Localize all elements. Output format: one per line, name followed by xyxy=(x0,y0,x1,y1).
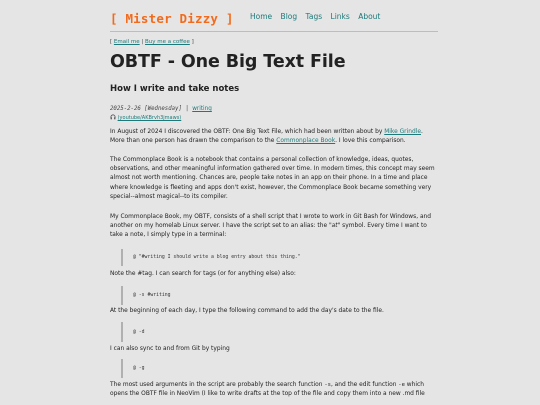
code-block-date: @ -d xyxy=(121,322,450,342)
post-meta: 2025-2-26 [Wednesday] | writing xyxy=(110,106,212,112)
search-flag: -s xyxy=(324,382,331,388)
nav-blog[interactable]: Blog xyxy=(281,12,298,21)
nav-tags[interactable]: Tags xyxy=(306,12,323,21)
audio-line: (youtube/AKBrvh3jmaws) xyxy=(110,114,181,121)
post-date: 2025-2-26 [Wednesday] xyxy=(110,106,182,112)
site-header: [ Mister Dizzy ] Home Blog Tags Links Ab… xyxy=(110,11,438,31)
meta-separator: | xyxy=(185,106,189,112)
edit-flag: -e xyxy=(398,382,405,388)
main-nav: Home Blog Tags Links About xyxy=(250,12,386,21)
code-block-git: @ -g xyxy=(121,359,450,378)
paragraph-date: At the beginning of each day, I type the… xyxy=(110,308,384,314)
nav-links[interactable]: Links xyxy=(331,12,350,21)
paragraph-obtf: My Commonplace Book, my OBTF, consists o… xyxy=(110,214,432,239)
nav-home[interactable]: Home xyxy=(250,12,272,21)
header-divider xyxy=(110,31,438,32)
email-me-link[interactable]: Email me xyxy=(114,39,140,45)
paragraph-functions: The most used arguments in the script ar… xyxy=(110,382,425,398)
contact-links: [ Email me | Buy me a coffee ] xyxy=(110,39,194,45)
site-logo[interactable]: [ Mister Dizzy ] xyxy=(110,11,234,26)
alias-symbol: "at" xyxy=(328,223,341,230)
headphones-icon xyxy=(110,114,118,121)
paragraph-intro: In August of 2024 I discovered the OBTF:… xyxy=(110,129,423,145)
code-block-note: @ "#writing I should write a blog entry … xyxy=(121,249,450,266)
mike-grindle-link[interactable]: Mike Grindle xyxy=(384,129,421,135)
audio-link[interactable]: (youtube/AKBrvh3jmaws) xyxy=(118,115,182,121)
code-block-search: @ -s #writing xyxy=(121,286,450,305)
tag-writing-link[interactable]: writing xyxy=(192,106,212,112)
paragraph-tags: Note the #tag. I can search for tags (or… xyxy=(110,271,296,277)
commonplace-book-link[interactable]: Commonplace Book xyxy=(276,138,335,144)
post-subtitle: How I write and take notes xyxy=(110,84,240,94)
page-title: OBTF - One Big Text File xyxy=(110,52,346,72)
buy-me-a-coffee-link[interactable]: Buy me a coffee xyxy=(145,39,190,45)
paragraph-sync: I can also sync to and from Git by typin… xyxy=(110,346,230,352)
paragraph-commonplace: The Commonplace Book is a notebook that … xyxy=(110,157,435,200)
nav-about[interactable]: About xyxy=(358,12,380,21)
